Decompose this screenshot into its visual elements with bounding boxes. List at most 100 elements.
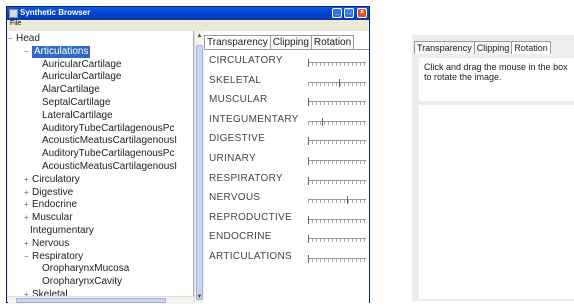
menu-bar: File (7, 20, 369, 30)
scroll-up-icon[interactable]: ▲ (196, 32, 203, 41)
tree-node[interactable]: Circulatory (32, 174, 80, 186)
slider-handle[interactable] (347, 196, 349, 205)
tree-node[interactable]: OropharynxMucosa (42, 263, 129, 275)
settings-pane: Transparency Clipping Rotation CIRCULATO… (204, 31, 369, 303)
maximize-button[interactable]: □ (344, 8, 354, 18)
slider-handle[interactable] (308, 98, 309, 107)
slider-ticks (308, 219, 366, 223)
collapse-icon[interactable]: − (24, 251, 29, 263)
tree-node[interactable]: OropharynxCavity (42, 276, 122, 288)
tab-rotation[interactable]: Rotation (511, 41, 551, 54)
tree-node[interactable]: Respiratory (32, 251, 83, 263)
tree-node[interactable]: AuditoryTubeCartilagenousPc (42, 123, 174, 135)
slider-handle[interactable] (338, 78, 340, 87)
slider-handle[interactable] (308, 176, 309, 185)
expand-icon[interactable]: + (24, 212, 29, 224)
slider-handle[interactable] (308, 255, 309, 263)
tree-node[interactable]: AuditoryTubeCartilagenousPc (42, 148, 174, 160)
rotation-panel: Transparency Clipping Rotation Click and… (412, 35, 574, 301)
tab-transparency[interactable]: Transparency (204, 35, 271, 49)
slider-handle[interactable] (308, 137, 309, 146)
tree-node[interactable]: Articulations (32, 45, 91, 58)
tree-node[interactable]: SeptalCartilage (42, 97, 110, 109)
system-label: INTEGUMENTARY (209, 113, 299, 125)
synthetic-browser-window: Synthetic Browser _ □ × File − Head − Artic… (6, 6, 370, 304)
tree-node[interactable]: Muscular (32, 212, 73, 224)
transparency-row: DIGESTIVE (204, 131, 369, 147)
transparency-slider[interactable] (308, 117, 366, 126)
transparency-slider[interactable] (308, 176, 366, 185)
system-label: REPRODUCTIVE (209, 211, 293, 223)
tree-node[interactable]: AcousticMeatusCartilagenousI (42, 161, 177, 173)
transparency-row: ENDOCRINE (204, 229, 369, 245)
scroll-thumb[interactable] (196, 45, 203, 300)
slider-handle[interactable] (308, 59, 309, 67)
transparency-row: RESPIRATORY (204, 171, 369, 187)
tab-rotation[interactable]: Rotation (310, 35, 355, 49)
transparency-slider[interactable] (308, 78, 366, 87)
transparency-slider[interactable] (308, 255, 366, 263)
slider-ticks (308, 259, 366, 262)
system-label: CIRCULATORY (209, 55, 283, 66)
system-label: ENDOCRINE (209, 231, 272, 243)
slider-ticks (308, 102, 366, 106)
expand-icon[interactable]: + (24, 238, 29, 250)
minimize-button[interactable]: _ (332, 8, 342, 18)
app-icon (9, 9, 18, 18)
scroll-down-icon[interactable]: ▼ (196, 293, 203, 302)
transparency-slider[interactable] (308, 215, 366, 224)
slider-handle[interactable] (308, 215, 309, 224)
tree-node[interactable]: AlarCartilage (42, 84, 100, 96)
tab-clipping[interactable]: Clipping (269, 35, 312, 49)
transparency-slider[interactable] (308, 157, 366, 165)
tree-horizontal-scrollbar[interactable] (8, 296, 194, 304)
tree-node[interactable]: Digestive (32, 187, 73, 199)
system-label: ARTICULATIONS (209, 251, 292, 262)
transparency-row: CIRCULATORY (204, 53, 369, 69)
tree-node[interactable]: Nervous (32, 238, 69, 250)
slider-handle[interactable] (322, 117, 323, 126)
transparency-slider[interactable] (308, 235, 366, 244)
slider-ticks (308, 161, 366, 164)
system-label: SKELETAL (209, 74, 262, 86)
slider-ticks (308, 180, 366, 184)
horizontal-scroll-thumb[interactable] (16, 298, 166, 303)
tree-node[interactable]: AcousticMeatusCartilagenousI (42, 135, 177, 147)
collapse-icon[interactable]: − (24, 46, 29, 58)
menu-file[interactable]: File (10, 20, 21, 27)
expand-icon[interactable]: + (24, 174, 29, 186)
tree-node[interactable]: LateralCartilage (42, 110, 113, 122)
title-bar[interactable]: Synthetic Browser _ □ × (7, 7, 369, 20)
transparency-row: REPRODUCTIVE (204, 210, 369, 226)
tab-transparency[interactable]: Transparency (414, 41, 475, 54)
collapse-icon[interactable]: − (8, 33, 13, 45)
transparency-row: MUSCULAR (204, 92, 369, 108)
tree-vertical-scrollbar[interactable]: ▲ ▼ (194, 31, 204, 303)
settings-tabs: Transparency Clipping Rotation (204, 35, 355, 49)
close-button[interactable]: × (357, 8, 367, 18)
system-label: URINARY (209, 153, 256, 164)
transparency-row: INTEGUMENTARY (204, 112, 369, 128)
expand-icon[interactable]: + (24, 187, 29, 199)
system-label: RESPIRATORY (209, 172, 283, 184)
expand-icon[interactable]: + (24, 199, 29, 211)
tree-node[interactable]: Endocrine (32, 199, 77, 211)
tree-node[interactable]: Head (16, 33, 40, 45)
tree-node[interactable]: Integumentary (30, 225, 94, 237)
transparency-row: URINARY (204, 151, 369, 167)
transparency-slider[interactable] (308, 98, 366, 107)
slider-ticks (308, 121, 366, 125)
tree-node[interactable]: AuricularCartilage (42, 59, 121, 71)
transparency-slider[interactable] (308, 137, 366, 146)
slider-ticks (308, 200, 366, 204)
rotation-instruction: Click and drag the mouse in the box to r… (424, 62, 568, 82)
slider-ticks (308, 63, 366, 66)
anatomy-tree[interactable]: − Head − Articulations AuricularCartilage Aur… (8, 31, 194, 303)
tab-clipping[interactable]: Clipping (473, 41, 513, 54)
slider-handle[interactable] (308, 157, 309, 165)
rotation-drag-area[interactable] (419, 105, 574, 299)
slider-handle[interactable] (308, 235, 309, 244)
tree-node[interactable]: AuricularCartilage (42, 71, 121, 83)
transparency-slider[interactable] (308, 59, 366, 67)
transparency-slider[interactable] (308, 196, 366, 205)
